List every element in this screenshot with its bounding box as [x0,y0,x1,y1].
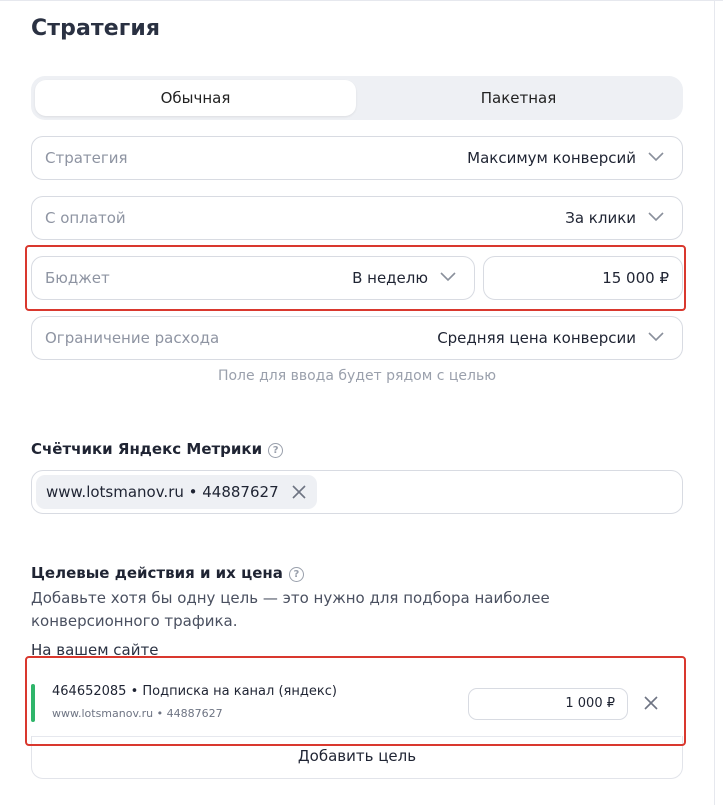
help-icon[interactable]: ? [268,443,284,458]
payment-select-value: За клики [565,209,636,227]
chevron-down-icon [648,332,664,342]
chevron-down-icon [648,212,664,222]
page-title: Стратегия [31,16,161,41]
spend-limit-label: Ограничение расхода [45,329,220,347]
counter-chip-label: www.lotsmanov.ru • 44887627 [46,483,279,501]
scrollbar-track [714,0,715,805]
counters-section-title: Счётчики Яндекс Метрики? [31,440,284,458]
top-divider [0,0,723,1]
spend-limit-value: Средняя цена конверсии [437,329,636,347]
payment-select-label: С оплатой [45,209,126,227]
counters-title-text: Счётчики Яндекс Метрики [31,440,263,458]
goal-highlight [25,656,686,746]
goals-description: Добавьте хотя бы одну цель — это нужно д… [31,589,550,630]
tab-package[interactable]: Пакетная [358,80,679,116]
spend-limit-hint: Поле для ввода будет рядом с целью [217,368,497,384]
strategy-select-label: Стратегия [45,149,128,167]
strategy-select-value: Максимум конверсий [467,149,636,167]
chevron-down-icon [648,152,664,162]
help-icon[interactable]: ? [288,567,304,582]
payment-select[interactable]: С оплатой За клики [31,196,683,240]
tab-regular[interactable]: Обычная [35,80,356,116]
budget-highlight [25,245,686,311]
goals-section-title: Целевые действия и их цена? [31,564,304,582]
counters-input[interactable]: www.lotsmanov.ru • 44887627 [31,470,683,514]
strategy-mode-switch: Обычная Пакетная [31,76,683,120]
spend-limit-select[interactable]: Ограничение расхода Средняя цена конверс… [31,316,683,360]
strategy-select[interactable]: Стратегия Максимум конверсий [31,136,683,180]
goals-title-text: Целевые действия и их цена [31,564,283,582]
close-icon[interactable] [291,484,307,500]
counter-chip: www.lotsmanov.ru • 44887627 [36,475,317,509]
